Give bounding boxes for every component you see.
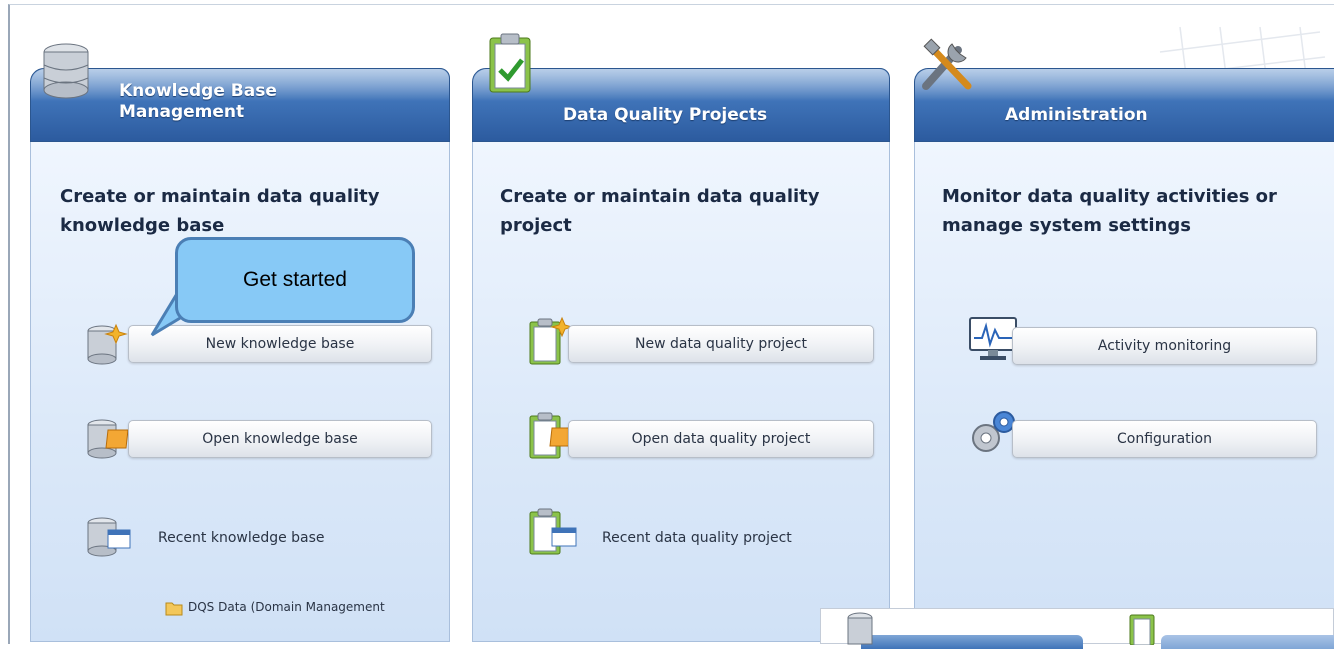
thumbnail-clipboard-icon xyxy=(1129,614,1155,645)
new-data-quality-project-button[interactable]: New data quality project xyxy=(568,325,874,363)
tab-title-line2: Management xyxy=(119,102,245,122)
clipboard-recent-icon xyxy=(529,508,577,555)
recent-knowledge-base-link[interactable]: Recent knowledge base xyxy=(158,530,325,546)
kb-heading: Create or maintain data quality knowledg… xyxy=(60,182,440,240)
configuration-button[interactable]: Configuration xyxy=(1012,420,1317,458)
clipboard-new-icon xyxy=(529,316,572,365)
kb-heading-line1: Create or maintain data quality xyxy=(60,186,380,207)
open-data-quality-project-button[interactable]: Open data quality project xyxy=(568,420,874,458)
recent-data-quality-project-link[interactable]: Recent data quality project xyxy=(602,530,792,546)
tab-knowledge-base-management: Knowledge Base Management xyxy=(30,68,450,142)
database-recent-icon xyxy=(87,517,131,557)
thumbnail-tab-2 xyxy=(1161,635,1334,649)
admin-heading-line2: manage system settings xyxy=(942,215,1191,236)
tools-icon xyxy=(922,38,972,90)
tab-title: Data Quality Projects xyxy=(563,105,768,125)
database-icon xyxy=(43,43,89,99)
get-started-callout: Get started xyxy=(175,237,415,323)
clipboard-check-icon xyxy=(489,33,531,93)
database-open-icon xyxy=(87,419,129,459)
open-knowledge-base-button[interactable]: Open knowledge base xyxy=(128,420,432,458)
dq-heading-line1: Create or maintain data quality xyxy=(500,186,820,207)
recent-kb-item[interactable]: DQS Data (Domain Management xyxy=(188,600,385,614)
dq-heading-line2: project xyxy=(500,215,572,236)
thumbnail-database-icon xyxy=(847,612,873,645)
kb-heading-line2: knowledge base xyxy=(60,215,225,236)
activity-monitoring-button[interactable]: Activity monitoring xyxy=(1012,327,1317,365)
dq-heading: Create or maintain data quality project xyxy=(500,182,880,240)
thumbnail-preview xyxy=(820,608,1334,649)
admin-heading-line1: Monitor data quality activities or xyxy=(942,186,1277,207)
tab-title: Knowledge Base Management xyxy=(119,81,277,123)
thumbnail-tab-1 xyxy=(861,635,1083,649)
admin-heading: Monitor data quality activities or manag… xyxy=(942,182,1334,240)
administration-panel xyxy=(914,94,1334,642)
tab-title-line1: Knowledge Base xyxy=(119,81,277,101)
folder-icon xyxy=(165,602,183,616)
database-new-icon xyxy=(87,323,128,365)
tab-title: Administration xyxy=(1005,105,1148,125)
